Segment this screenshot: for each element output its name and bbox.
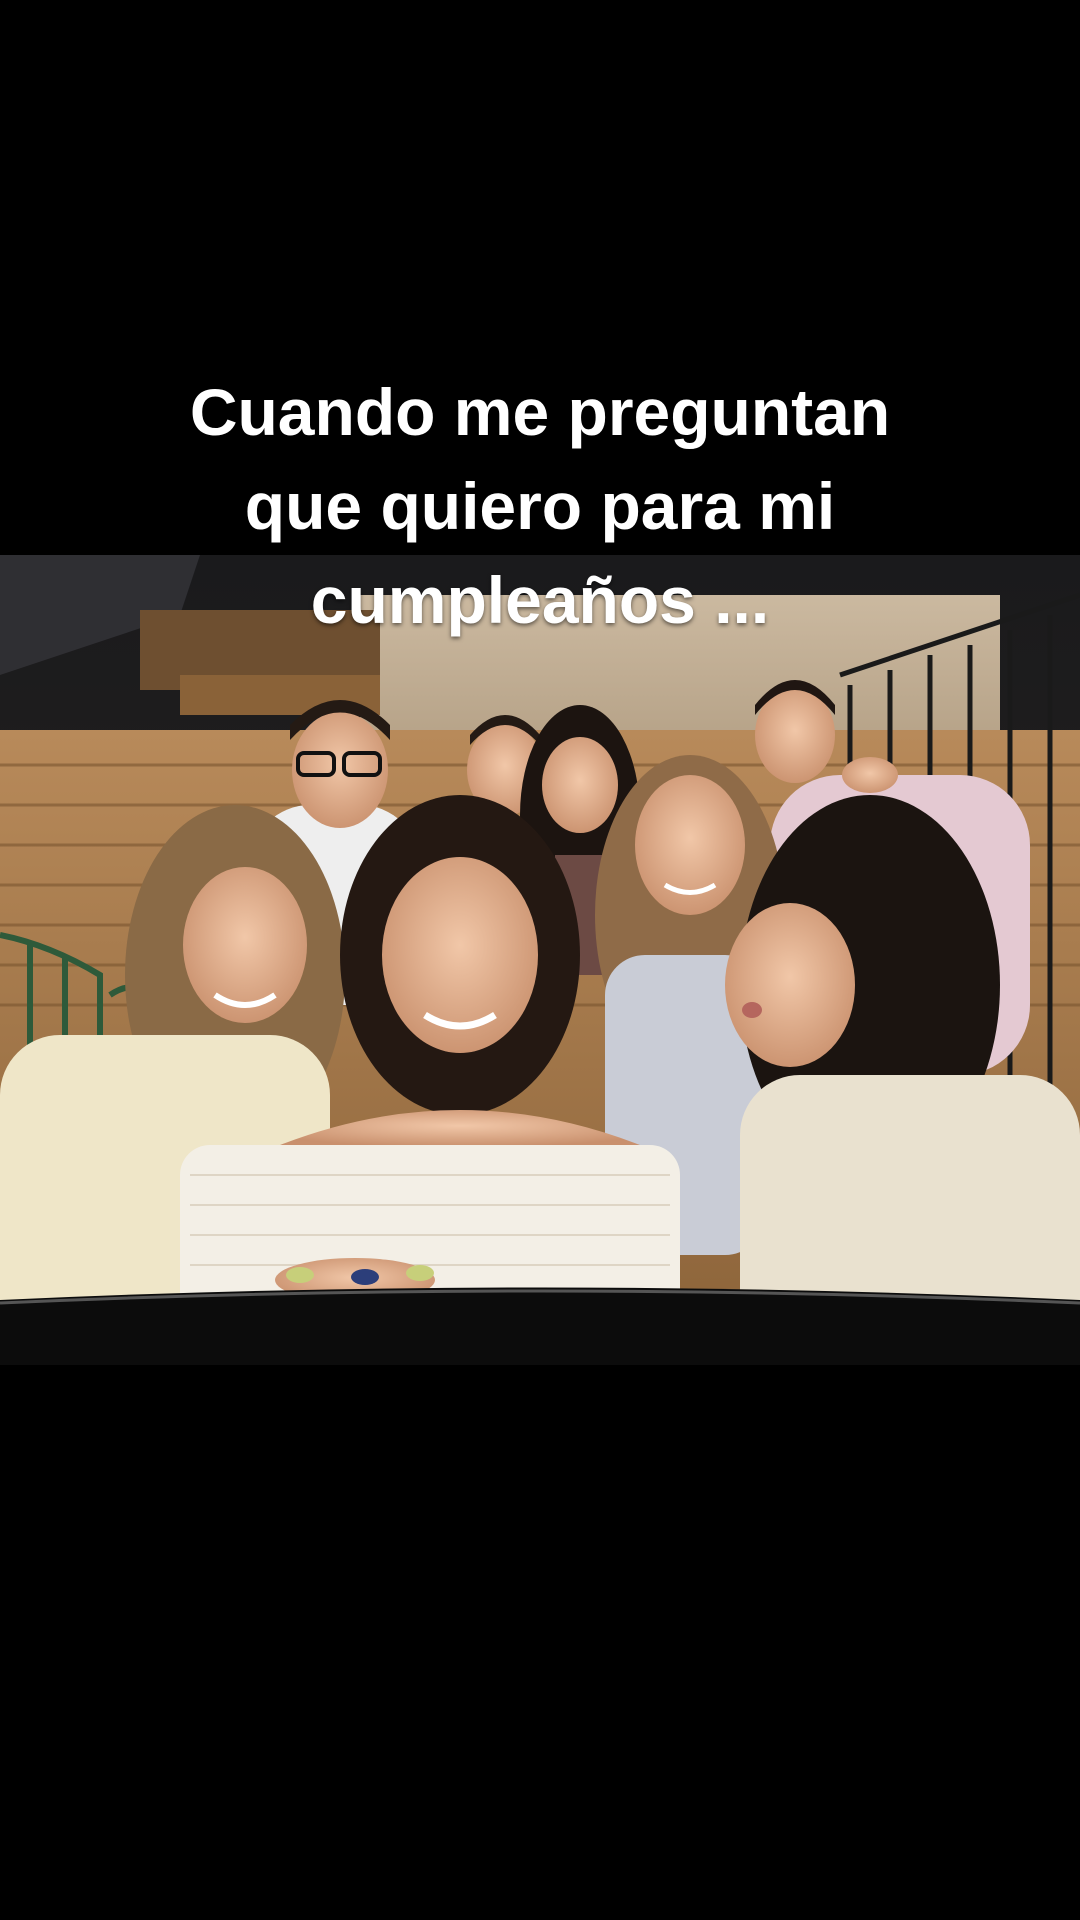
video-caption: Cuando me preguntan que quiero para mi c…: [0, 365, 1080, 647]
caption-line-1: Cuando me preguntan: [189, 375, 891, 449]
caption-line-3: cumpleaños ...: [310, 563, 770, 637]
group-photo-image: [0, 555, 1080, 1365]
group-photo: [0, 555, 1080, 1365]
caption-line-2: que quiero para mi: [244, 469, 836, 543]
